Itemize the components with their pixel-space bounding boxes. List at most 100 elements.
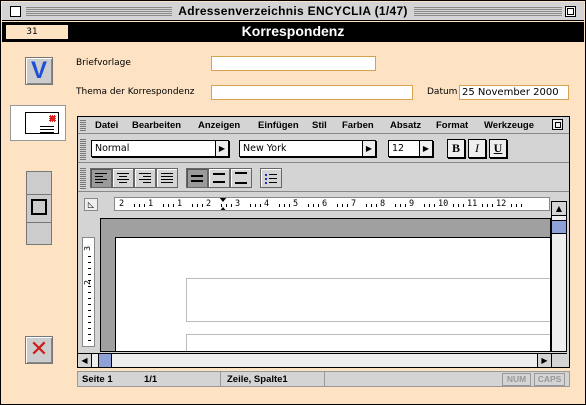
vertical-ruler-tick [88,340,91,341]
size-select-value: 12 [392,143,405,154]
toolbar-grip[interactable] [80,138,86,160]
justify-button[interactable] [156,168,178,188]
vertical-ruler-number: 3 [83,245,93,252]
menu-absatz[interactable]: Absatz [390,120,421,131]
ruler-tick [434,204,435,207]
menu-farben[interactable]: Farben [342,120,374,131]
tab-type-icon[interactable]: ◺ [84,198,98,211]
menu-datei[interactable]: Datei [95,120,118,131]
ruler-number: 11 [467,199,478,209]
cancel-button[interactable]: ✕ [25,336,53,364]
menu-stil[interactable]: Stil [312,120,327,131]
double-spacing-button[interactable] [230,168,252,188]
ruler-tick [308,204,309,207]
ruler-number: 10 [438,199,449,209]
document-area[interactable] [100,218,551,352]
align-center-button[interactable] [112,168,134,188]
ruler-number: 1 [177,199,183,209]
left-indent-marker[interactable] [219,207,227,210]
text-frame[interactable] [186,334,550,351]
frame-view-button[interactable] [31,199,47,215]
menu-einfuegen[interactable]: Einfügen [258,120,299,131]
ruler-tick [487,204,488,207]
ruler-tick [342,204,343,207]
ruler-tick [376,204,377,207]
ruler-tick [260,204,261,207]
next-button[interactable] [27,223,51,244]
single-spacing-button[interactable] [186,168,208,188]
text-frame[interactable] [186,278,550,322]
scroll-right-icon[interactable]: ▶ [537,354,551,367]
vertical-ruler-tick [88,268,91,269]
scroll-left-icon[interactable]: ◀ [78,354,92,367]
chevron-right-icon: ▶ [419,141,432,156]
title-bar[interactable]: Adressenverzeichnis ENCYCLIA (1/47) [2,2,584,21]
zoom-box[interactable] [565,6,576,17]
horizontal-ruler[interactable]: 2 1 1 2 3 4 5 6 7 8 9 10 11 12 [114,197,550,211]
letter-panel[interactable] [10,105,66,141]
ruler-number: 1 [148,199,154,209]
ruler-tick [226,204,227,207]
font-select[interactable]: New York ▶ [239,140,376,157]
checkmark-v-icon: V [30,57,47,84]
horizontal-scroll-thumb[interactable] [98,354,112,367]
ruler-tick [453,204,454,207]
vertical-ruler-tick [88,256,91,257]
menu-bearbeiten[interactable]: Bearbeiten [132,120,181,131]
ruler-tick [231,204,232,207]
ruler-tick [347,204,348,207]
editor-menubar: Datei Bearbeiten Anzeigen Einfügen Stil … [78,117,569,134]
toolbar-grip[interactable] [80,119,86,131]
vertical-scrollbar[interactable]: ▲ [551,201,567,352]
datum-field[interactable]: 25 November 2000 [459,85,569,100]
vertical-ruler: 32 [82,237,95,347]
briefvorlage-label: Briefvorlage [76,58,131,68]
num-indicator: NUM [502,373,531,386]
briefvorlage-field[interactable] [211,56,376,71]
paragraph-toolbar [78,164,569,192]
toolbar-grip[interactable] [80,167,86,189]
ruler-tick [255,204,256,207]
scroll-up-icon[interactable]: ▲ [552,202,566,216]
align-left-button[interactable] [90,168,112,188]
close-x-icon: ✕ [29,337,49,362]
ruler-tick [173,204,174,207]
previous-button[interactable] [27,172,51,194]
thema-field[interactable] [211,85,413,100]
ruler-tick [250,204,251,207]
close-box[interactable] [10,6,21,17]
horizontal-scrollbar[interactable]: ◀ ▶ [78,353,551,367]
ruler-tick [279,204,280,207]
ruler-number: 3 [235,199,241,209]
menu-anzeigen[interactable]: Anzeigen [198,120,240,131]
style-select[interactable]: Normal ▶ [91,140,229,157]
first-line-indent-marker[interactable] [219,198,227,202]
document-page[interactable] [115,237,550,351]
italic-button[interactable]: I [468,139,486,158]
resize-corner[interactable] [551,353,567,367]
line-spacing-button[interactable] [208,168,230,188]
ruler-number: 6 [322,199,328,209]
align-right-button[interactable] [134,168,156,188]
ruler-tick [424,204,425,207]
vertical-ruler-tick [88,274,91,275]
page-count: 1/1 [144,374,158,385]
ruler-tick [511,204,512,207]
ruler-tick [458,204,459,207]
vertical-scroll-thumb[interactable] [552,220,566,234]
ruler-number: 9 [409,199,415,209]
bullet-list-button[interactable] [260,168,282,188]
bold-button[interactable]: B [447,139,465,158]
menu-werkzeuge[interactable]: Werkzeuge [484,120,534,131]
ruler-tick [197,204,198,207]
ruler-tick [318,204,319,207]
style-select-value: Normal [95,143,130,154]
ruler-tick [405,204,406,207]
vertical-ruler-tick [88,328,91,329]
menu-format[interactable]: Format [436,120,468,131]
font-select-value: New York [243,143,287,154]
window-menu-icon[interactable] [552,119,563,130]
confirm-button[interactable]: V [25,57,53,85]
underline-button[interactable]: U [489,139,507,158]
size-select[interactable]: 12 ▶ [388,140,433,157]
